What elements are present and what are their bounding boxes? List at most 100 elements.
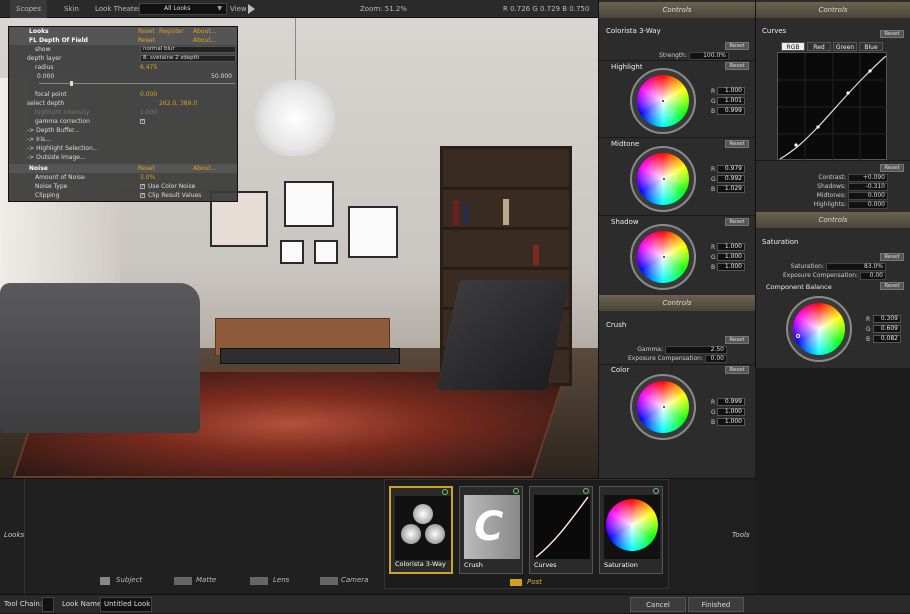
cb-r-field[interactable]: 0.309 <box>873 315 901 323</box>
midtone-wheel-handle[interactable] <box>662 177 666 181</box>
power-icon[interactable] <box>653 488 659 494</box>
curve-point[interactable] <box>794 143 798 147</box>
looks-reset-link[interactable]: Reset <box>138 27 155 36</box>
tool-crush[interactable]: C Crush <box>459 486 523 574</box>
color-g-field[interactable]: 1.000 <box>717 408 745 416</box>
curves-plot <box>778 53 888 161</box>
focal-point-value[interactable]: 0.000 <box>140 90 157 99</box>
amount-value[interactable]: 3.0% <box>140 173 155 182</box>
shadows-field[interactable]: -0.310 <box>848 183 888 191</box>
tool-curves[interactable]: Curves <box>529 486 593 574</box>
looks-about-link[interactable]: About... <box>193 27 216 36</box>
shadow-b-field[interactable]: 1.000 <box>717 263 745 271</box>
colorista-thumbnail <box>395 496 451 560</box>
amount-param: Amount of Noise 3.0% <box>9 173 237 182</box>
tab-skin[interactable]: Skin <box>58 0 85 18</box>
looks-effect-header[interactable]: Looks Reset Register About... <box>9 27 237 36</box>
tab-scopes[interactable]: Scopes <box>10 0 47 18</box>
tools-side-label[interactable]: Tools <box>732 531 750 539</box>
depth-layer-select[interactable]: 8. svetaine 2 zdepth <box>140 55 236 62</box>
dof-reset-link[interactable]: Reset <box>138 36 155 45</box>
iris-group[interactable]: -> Iris... <box>9 135 237 144</box>
clipping-checkbox[interactable]: ✓ <box>140 193 145 198</box>
highlight-reset-button[interactable]: Reset <box>725 62 749 70</box>
color-reset-button[interactable]: Reset <box>725 366 749 374</box>
curves-reset-button[interactable]: Reset <box>880 30 904 38</box>
curve-point[interactable] <box>868 69 872 73</box>
contrast-field[interactable]: +0.090 <box>848 174 888 182</box>
midtone-b-field[interactable]: 1.029 <box>717 185 745 193</box>
shadow-wheel-handle[interactable] <box>662 255 666 259</box>
saturation-field[interactable]: 83.0% <box>826 263 886 271</box>
curves-tab-blue[interactable]: Blue <box>859 42 883 51</box>
color-wheel-handle[interactable] <box>662 405 666 409</box>
radius-slider-handle[interactable] <box>70 81 73 86</box>
shadow-r-field[interactable]: 1.000 <box>717 243 745 251</box>
select-depth-value[interactable]: 262.0, 389.0 <box>159 99 197 108</box>
show-select[interactable]: normal blur <box>140 46 236 53</box>
gamma-correction-checkbox[interactable]: ✓ <box>140 119 145 124</box>
midtone-g-field[interactable]: 0.992 <box>717 175 745 183</box>
shadow-reset-button[interactable]: Reset <box>725 218 749 226</box>
power-icon[interactable] <box>442 489 448 495</box>
category-camera[interactable]: Camera <box>341 576 368 584</box>
dof-about-link[interactable]: About... <box>193 36 216 45</box>
midtones-field[interactable]: 0.000 <box>848 192 888 200</box>
color-b-field[interactable]: 1.000 <box>717 418 745 426</box>
depth-buffer-group[interactable]: -> Depth Buffer... <box>9 126 237 135</box>
curves-params-reset-button[interactable]: Reset <box>880 164 904 172</box>
saturation-reset-button[interactable]: Reset <box>880 253 904 261</box>
highlight-selection-group[interactable]: -> Highlight Selection... <box>9 144 237 153</box>
power-icon[interactable] <box>583 488 589 494</box>
midtone-r-field[interactable]: 0.979 <box>717 165 745 173</box>
curve-point[interactable] <box>846 91 850 95</box>
tool-colorista-3way[interactable]: Colorista 3-Way <box>389 486 453 574</box>
highlight-wheel-handle[interactable] <box>661 99 665 103</box>
looks-register-link[interactable]: Register <box>159 27 184 36</box>
component-balance-handle[interactable] <box>796 334 800 338</box>
curves-tab-green[interactable]: Green <box>833 42 857 51</box>
curves-tab-red[interactable]: Red <box>807 42 831 51</box>
cb-b-field[interactable]: 0.082 <box>873 335 901 343</box>
category-post[interactable]: Post <box>527 578 542 586</box>
tool-chain-field[interactable] <box>42 597 54 612</box>
highlight-g-field[interactable]: 1.001 <box>717 97 745 105</box>
colorista-reset-button[interactable]: Reset <box>725 42 749 50</box>
color-r-field[interactable]: 0.999 <box>717 398 745 406</box>
strength-field[interactable]: 100.0% <box>689 52 729 60</box>
radius-value[interactable]: 6.475 <box>140 63 157 72</box>
category-matte[interactable]: Matte <box>196 576 216 584</box>
look-name-input[interactable]: Untitled Look <box>100 597 152 612</box>
curve-point[interactable] <box>816 125 820 129</box>
radius-slider-track[interactable] <box>39 83 235 84</box>
saturation-exposure-field[interactable]: 0.00 <box>860 272 886 280</box>
curves-graph[interactable] <box>777 52 888 161</box>
category-lens[interactable]: Lens <box>273 576 289 584</box>
cancel-button[interactable]: Cancel <box>630 597 686 612</box>
play-icon[interactable] <box>248 4 255 14</box>
component-balance-wheel[interactable] <box>788 298 850 360</box>
noise-effect-header[interactable]: Noise Reset About... <box>9 164 237 173</box>
outside-image-group[interactable]: -> Outside Image... <box>9 153 237 162</box>
finished-button[interactable]: Finished <box>688 597 744 612</box>
highlight-r-field[interactable]: 1.000 <box>717 87 745 95</box>
crush-reset-button[interactable]: Reset <box>725 336 749 344</box>
noise-type-checkbox[interactable]: ✓ <box>140 184 145 189</box>
cb-g-field[interactable]: 0.609 <box>873 325 901 333</box>
noise-reset-link[interactable]: Reset <box>138 164 155 173</box>
power-icon[interactable] <box>513 488 519 494</box>
dof-effect-header[interactable]: FL Depth Of Field Reset About... <box>9 36 237 45</box>
component-balance-reset-button[interactable]: Reset <box>880 282 904 290</box>
crush-exposure-field[interactable]: 0.00 <box>705 355 727 363</box>
curves-tab-rgb[interactable]: RGB <box>781 42 805 51</box>
highlights-field[interactable]: 0.000 <box>848 201 888 209</box>
looks-side-label[interactable]: Looks <box>4 531 24 539</box>
highlight-b-field[interactable]: 0.999 <box>717 107 745 115</box>
gamma-field[interactable]: 2.50 <box>665 346 727 354</box>
noise-about-link[interactable]: About... <box>193 164 216 173</box>
midtone-reset-button[interactable]: Reset <box>725 140 749 148</box>
tool-saturation[interactable]: Saturation <box>599 486 663 574</box>
shadow-g-field[interactable]: 1.000 <box>717 253 745 261</box>
look-theater-select[interactable]: All Looks ▼ <box>139 3 227 15</box>
category-subject[interactable]: Subject <box>116 576 142 584</box>
